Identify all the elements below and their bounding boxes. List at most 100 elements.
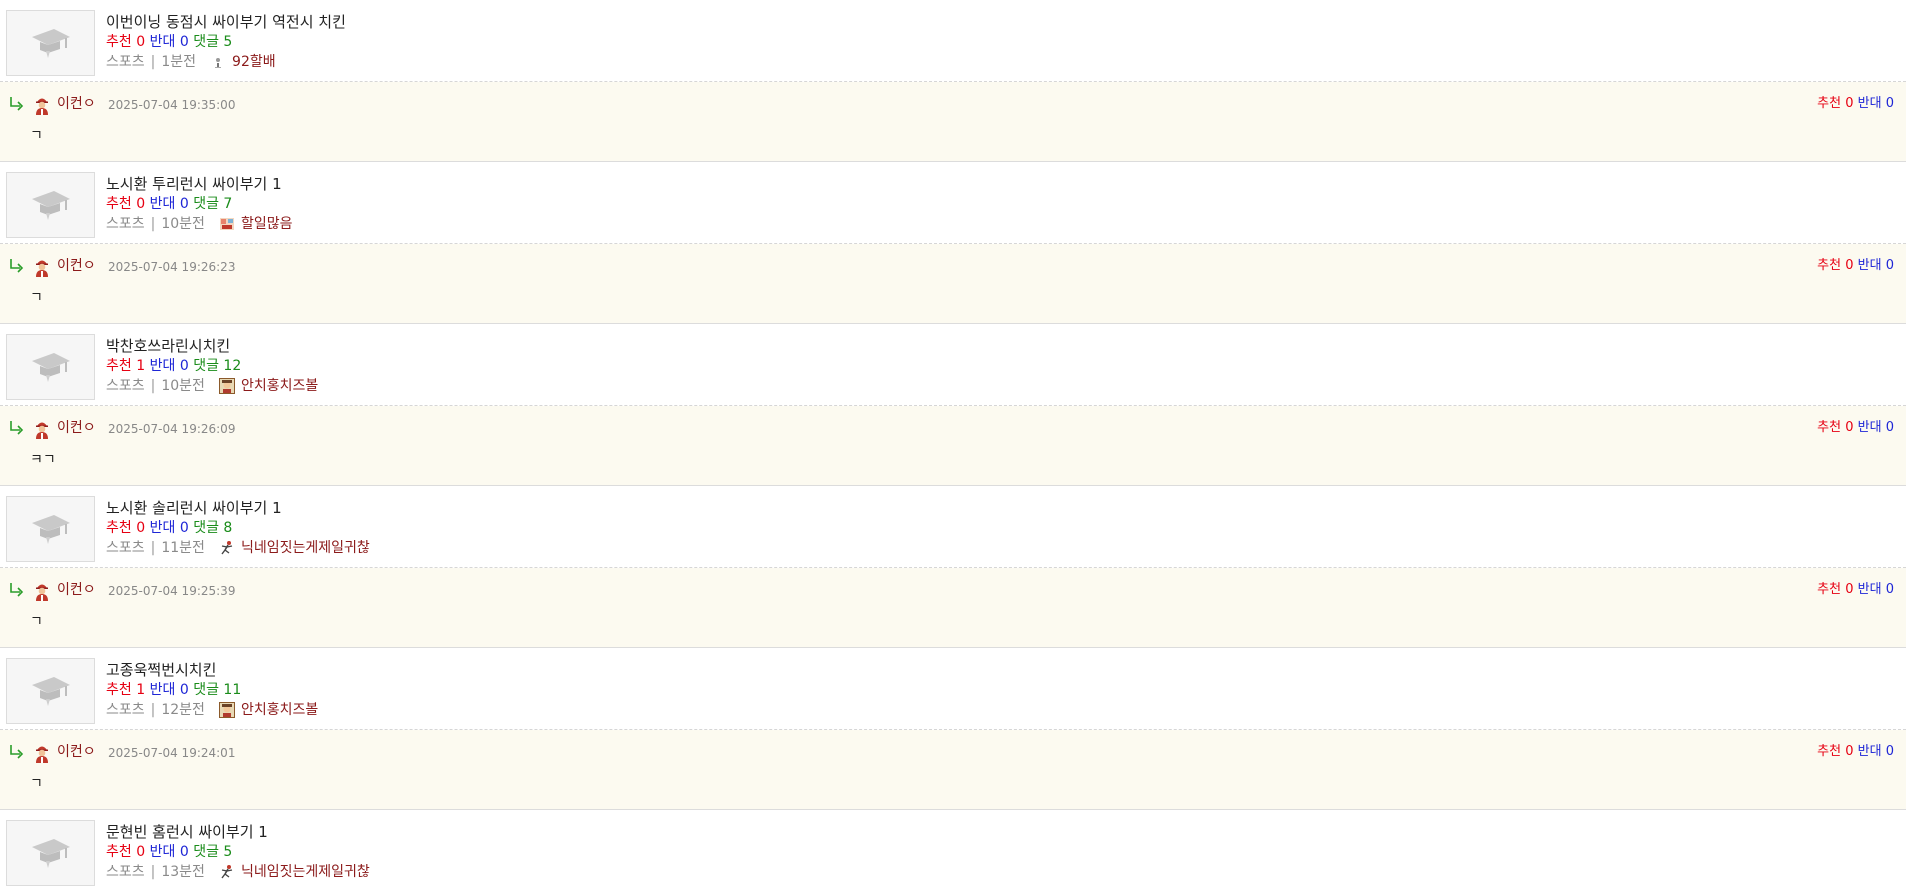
post-stats: 추천 0 반대 0 댓글 7 [106,194,292,214]
baseball-player-avatar-icon [33,95,51,115]
comment-author[interactable]: 이컨ㅇ [57,418,96,438]
comment-oppose-label[interactable]: 반대 [1858,582,1882,597]
comment-author[interactable]: 이컨ㅇ [57,256,96,276]
post-item[interactable]: 문현빈 홈런시 싸이부기 1 추천 0 반대 0 댓글 5 스포츠 | 13분전 닉네임짓… [0,810,1906,886]
post-meta: 스포츠 | 10분전 안치홍치즈볼 [106,376,318,396]
post-thumbnail[interactable] [6,820,95,886]
post-title[interactable]: 이번이닝 동점시 싸이부기 역전시 치킨 [106,12,346,32]
post-thumbnail[interactable] [6,658,95,724]
baseball-player-avatar-icon [33,257,51,277]
reply-arrow-icon [9,420,25,436]
meta-separator: | [150,540,156,556]
post-item[interactable]: 고종욱쩍번시치킨 추천 1 반대 0 댓글 11 스포츠 | 12분전 안치홍치즈볼 [0,648,1906,730]
post-title[interactable]: 박찬호쓰라린시치킨 [106,336,318,356]
recommend-count: 0 [136,844,146,860]
recommend-label: 추천 [106,682,132,698]
post-author[interactable]: 할일많음 [241,214,293,234]
post-category: 스포츠 [106,378,145,394]
comment-item: 이컨ㅇ 2025-07-04 19:35:00 추천 0 반대 0 ㄱ [0,82,1906,162]
graduation-cap-icon [28,509,74,549]
graduation-cap-icon [28,185,74,225]
comment-votes: 추천 0 반대 0 [1817,419,1894,437]
graduation-cap-icon [28,347,74,387]
comment-recommend-label[interactable]: 추천 [1817,582,1841,597]
comment-oppose-label[interactable]: 반대 [1858,258,1882,273]
comment-oppose-count: 0 [1885,744,1894,759]
post-category: 스포츠 [106,864,145,880]
oppose-label: 반대 [149,34,176,50]
post-info: 박찬호쓰라린시치킨 추천 1 반대 0 댓글 12 스포츠 | 10분전 안치홍치즈볼 [106,336,318,396]
post-author[interactable]: 안치홍치즈볼 [241,700,318,720]
reply-arrow-icon [9,258,25,274]
post-stats: 추천 0 반대 0 댓글 5 [106,842,370,862]
post-thumbnail[interactable] [6,334,95,400]
running-figure-icon [219,540,235,556]
comment-item: 이컨ㅇ 2025-07-04 19:26:09 추천 0 반대 0 ㅋㄱ [0,406,1906,486]
comments-label: 댓글 [193,34,219,50]
post-time: 10분전 [161,378,205,394]
comment-author[interactable]: 이컨ㅇ [57,94,96,114]
post-author[interactable]: 안치홍치즈볼 [241,376,318,396]
post-author[interactable]: 92할배 [232,52,276,72]
post-author[interactable]: 닉네임짓는게제일귀찮 [241,862,370,882]
meta-separator: | [150,864,156,880]
oppose-label: 반대 [149,844,176,860]
comment-date: 2025-07-04 19:35:00 [108,98,236,112]
comments-label: 댓글 [193,682,219,698]
comment-body: ㄱ [30,290,43,306]
meta-separator: | [150,378,156,394]
post-time: 13분전 [161,864,205,880]
post-info: 이번이닝 동점시 싸이부기 역전시 치킨 추천 0 반대 0 댓글 5 스포츠 | 1분… [106,12,346,72]
comment-votes: 추천 0 반대 0 [1817,581,1894,599]
post-thumbnail[interactable] [6,172,95,238]
comment-recommend-label[interactable]: 추천 [1817,96,1841,111]
oppose-count: 0 [179,34,189,50]
post-stats: 추천 0 반대 0 댓글 5 [106,32,346,52]
comments-label: 댓글 [193,196,219,212]
post-item[interactable]: 노시환 투리런시 싸이부기 1 추천 0 반대 0 댓글 7 스포츠 | 10분전 할일많… [0,162,1906,244]
post-item[interactable]: 박찬호쓰라린시치킨 추천 1 반대 0 댓글 12 스포츠 | 10분전 안치홍치즈볼 [0,324,1906,406]
recommend-count: 0 [136,196,146,212]
reply-arrow-icon [9,582,25,598]
post-thumbnail[interactable] [6,496,95,562]
baseball-player-avatar-icon [33,743,51,763]
recommend-label: 추천 [106,34,132,50]
comment-votes: 추천 0 반대 0 [1817,95,1894,113]
post-time: 12분전 [161,702,205,718]
comment-recommend-label[interactable]: 추천 [1817,420,1841,435]
oppose-count: 0 [179,520,189,536]
comment-author[interactable]: 이컨ㅇ [57,742,96,762]
comment-date: 2025-07-04 19:26:23 [108,260,236,274]
comment-recommend-count: 0 [1845,420,1854,435]
reply-arrow-icon [9,96,25,112]
oppose-label: 반대 [149,358,176,374]
comment-oppose-label[interactable]: 반대 [1858,96,1882,111]
post-thumbnail[interactable] [6,10,95,76]
comment-recommend-label[interactable]: 추천 [1817,744,1841,759]
post-meta: 스포츠 | 1분전 92할배 [106,52,346,72]
post-item[interactable]: 노시환 솔리런시 싸이부기 1 추천 0 반대 0 댓글 8 스포츠 | 11분전 닉네임… [0,486,1906,568]
recommend-label: 추천 [106,844,132,860]
comment-body: ㅋㄱ [30,452,56,468]
post-title[interactable]: 문현빈 홈런시 싸이부기 1 [106,822,370,842]
post-title[interactable]: 노시환 솔리런시 싸이부기 1 [106,498,370,518]
running-figure-icon [219,864,235,880]
comment-recommend-label[interactable]: 추천 [1817,258,1841,273]
post-item[interactable]: 이번이닝 동점시 싸이부기 역전시 치킨 추천 0 반대 0 댓글 5 스포츠 | 1분… [0,0,1906,82]
comments-count: 11 [223,682,242,698]
post-title[interactable]: 노시환 투리런시 싸이부기 1 [106,174,292,194]
comment-item: 이컨ㅇ 2025-07-04 19:25:39 추천 0 반대 0 ㄱ [0,568,1906,648]
meta-separator: | [150,54,156,70]
post-author[interactable]: 닉네임짓는게제일귀찮 [241,538,370,558]
comments-label: 댓글 [193,844,219,860]
comment-votes: 추천 0 반대 0 [1817,743,1894,761]
post-title[interactable]: 고종욱쩍번시치킨 [106,660,318,680]
comment-author[interactable]: 이컨ㅇ [57,580,96,600]
comment-date: 2025-07-04 19:26:09 [108,422,236,436]
comment-oppose-label[interactable]: 반대 [1858,420,1882,435]
post-feed: 이번이닝 동점시 싸이부기 역전시 치킨 추천 0 반대 0 댓글 5 스포츠 | 1분… [0,0,1906,886]
post-time: 1분전 [161,54,197,70]
comment-body: ㄱ [30,614,43,630]
comment-oppose-label[interactable]: 반대 [1858,744,1882,759]
meta-separator: | [150,216,156,232]
